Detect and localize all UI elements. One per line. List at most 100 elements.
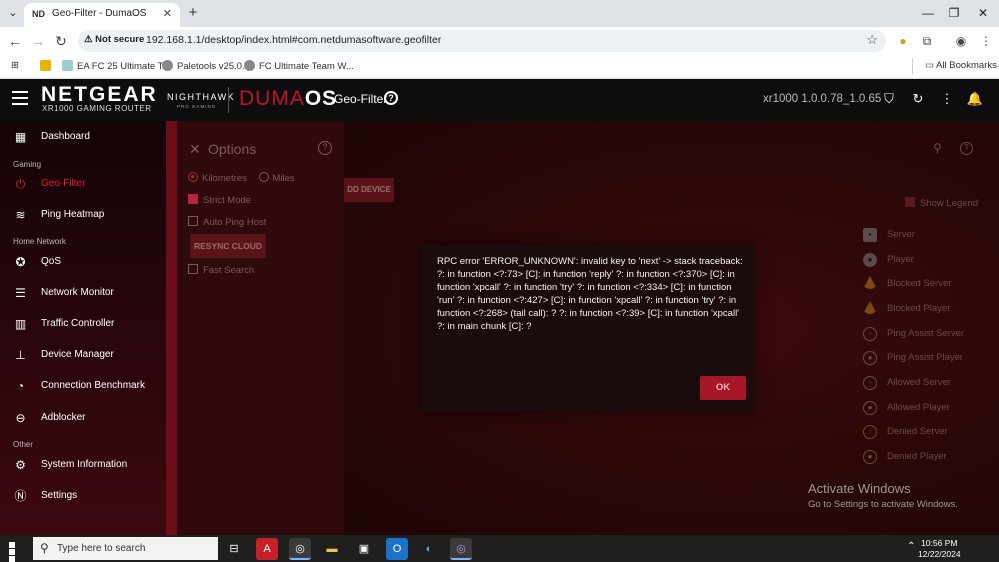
task-view-icon[interactable]: ⊟	[223, 538, 245, 560]
close-options-icon[interactable]: ✕	[189, 141, 201, 158]
bookmarks-bar: ⊞ EA FC 25 Ultimate T... Paletools v25.0…	[0, 55, 999, 79]
address-bar[interactable]: ⚠ Not secure 192.168.1.1/desktop/index.h…	[78, 30, 886, 52]
benchmark-icon: ◔	[16, 379, 25, 393]
url-text[interactable]: 192.168.1.1/desktop/index.html#com.netdu…	[146, 34, 441, 46]
miles-radio[interactable]: Miles	[258, 172, 295, 184]
resync-cloud-button[interactable]: RESYNC CLOUD	[190, 234, 266, 258]
bookmark-item[interactable]: FC Ultimate Team W...	[244, 60, 354, 72]
extension-icon[interactable]: ●	[894, 32, 912, 50]
store-icon[interactable]: ▣	[353, 538, 375, 560]
close-window-icon[interactable]: ✕	[968, 4, 998, 22]
tab-title: Geo-Filter - DumaOS	[52, 8, 147, 19]
legend-blocked-server: Blocked Server	[863, 275, 993, 295]
map-help-icon[interactable]: ?	[960, 142, 973, 155]
help-icon[interactable]: ?	[384, 91, 398, 105]
tab-close-icon[interactable]: ✕	[163, 7, 172, 20]
shield-icon[interactable]: ⛉	[880, 90, 898, 108]
windows-start-icon[interactable]	[9, 542, 22, 562]
sidebar-item-dashboard[interactable]: ▦ Dashboard	[0, 126, 166, 150]
legend-allowed-player: ● Allowed Player	[863, 399, 993, 419]
fast-search-checkbox[interactable]: Fast Search	[188, 264, 254, 276]
edge-icon[interactable]: ◐	[418, 538, 440, 560]
unit-radio-group: Kilometres Miles	[188, 172, 295, 184]
back-icon[interactable]: ←	[6, 32, 24, 50]
denied-server-icon: ▫	[863, 425, 877, 439]
strict-mode-checkbox[interactable]: Strict Mode	[188, 194, 251, 206]
bookmark-star-icon[interactable]: ☆	[866, 32, 878, 48]
system-info-icon: ⚙	[15, 458, 26, 472]
security-indicator[interactable]: ⚠ Not secure	[84, 34, 144, 45]
browser-tab[interactable]: ND Geo-Filter - DumaOS ✕	[24, 3, 180, 27]
sidebar-item-connection-benchmark[interactable]: ◔ Connection Benchmark	[0, 375, 166, 399]
rpc-error-dialog: RPC error 'ERROR_UNKNOWN': invalid key t…	[422, 245, 754, 411]
sidebar-item-adblocker[interactable]: ⊖ Adblocker	[0, 407, 166, 431]
qos-icon: ✪	[15, 255, 26, 269]
chrome-profile-icon[interactable]: ◎	[450, 538, 472, 560]
notifications-bell-icon[interactable]: 🔔	[966, 90, 984, 108]
forward-icon[interactable]: →	[29, 32, 47, 50]
legend-ping-assist-player: ● Ping Assist Player	[863, 349, 993, 369]
new-tab-button[interactable]: +	[184, 4, 202, 21]
taskbar-search-input[interactable]: ⚲ Type here to search	[33, 537, 218, 560]
sidebar-item-system-information[interactable]: ⚙ System Information	[0, 454, 166, 478]
add-device-button[interactable]: DD DEVICE	[344, 178, 394, 202]
acrobat-icon[interactable]: A	[256, 538, 278, 560]
network-monitor-icon: ☰	[15, 286, 26, 300]
more-options-icon[interactable]: ⋮	[938, 90, 956, 108]
traffic-controller-icon: ▥	[14, 317, 27, 331]
player-icon: ●	[863, 253, 877, 267]
firmware-version: xr1000 1.0.0.78_1.0.65	[763, 93, 882, 105]
show-legend-checkbox[interactable]: Show Legend	[905, 197, 978, 209]
header-divider	[228, 87, 229, 113]
all-bookmarks-button[interactable]: ▭ All Bookmarks	[925, 60, 997, 71]
ok-button[interactable]: OK	[700, 376, 746, 400]
show-hidden-icons-chevron-icon[interactable]: ⌃	[907, 541, 915, 552]
dashboard-icon: ▦	[14, 130, 27, 144]
bookmark-item[interactable]: EA FC 25 Ultimate T...	[62, 60, 170, 72]
bookmark-item[interactable]: Paletools v25.0.3	[162, 60, 250, 72]
profile-avatar[interactable]: ◉	[952, 32, 970, 50]
sidebar-item-network-monitor[interactable]: ☰ Network Monitor	[0, 282, 166, 306]
chrome-icon[interactable]: ◎	[289, 538, 311, 560]
outlook-icon[interactable]: O	[386, 538, 408, 560]
sidebar-item-traffic-controller[interactable]: ▥ Traffic Controller	[0, 313, 166, 337]
file-explorer-icon[interactable]: ▬	[321, 538, 343, 560]
error-message: RPC error 'ERROR_UNKNOWN': invalid key t…	[437, 256, 743, 332]
legend-allowed-server: ▫ Allowed Server	[863, 374, 993, 394]
denied-player-icon: ●	[863, 450, 877, 464]
bookmark-fut-icon[interactable]	[40, 60, 55, 72]
sidebar-section-gaming: Gaming	[13, 160, 42, 169]
windows-taskbar: ⚲ Type here to search ⊟ A ◎ ▬ ▣ O ◐ ◎ ⌃ …	[0, 535, 999, 562]
ping-assist-server-icon: ▫	[863, 327, 877, 341]
sidebar-border	[166, 121, 177, 535]
kilometres-radio[interactable]: Kilometres	[188, 172, 247, 184]
sidebar-item-settings[interactable]: Ⓝ Settings	[0, 485, 166, 509]
extensions-puzzle-icon[interactable]: ⧉	[918, 32, 936, 50]
reload-icon[interactable]: ↻	[52, 32, 70, 50]
browser-toolbar: ← → ↻ ⚠ Not secure 192.168.1.1/desktop/i…	[0, 27, 999, 55]
sidebar-item-qos[interactable]: ✪ QoS	[0, 251, 166, 275]
sidebar-item-device-manager[interactable]: ⊥ Device Manager	[0, 344, 166, 368]
folder-icon: ▭	[925, 60, 934, 71]
taskbar-clock[interactable]: 10:56 PM 12/22/2024	[918, 538, 961, 560]
legend-player: ● Player	[863, 251, 993, 271]
allowed-player-icon: ●	[863, 401, 877, 415]
adblocker-icon: ⊖	[15, 411, 26, 425]
sidebar-item-geo-filter[interactable]: ⏻ Geo-Filter	[0, 173, 166, 197]
server-icon: ▪	[863, 228, 877, 242]
tab-favicon: ND	[32, 9, 45, 19]
refresh-icon[interactable]: ↻	[909, 90, 927, 108]
tab-list-button[interactable]: ⌄	[4, 4, 22, 22]
legend-ping-assist-server: ▫ Ping Assist Server	[863, 325, 993, 345]
browser-menu-icon[interactable]: ⋮	[977, 32, 995, 50]
sidebar-item-ping-heatmap[interactable]: ≋ Ping Heatmap	[0, 204, 166, 228]
hamburger-menu-icon[interactable]	[12, 91, 28, 109]
pin-icon[interactable]: ⚲	[933, 141, 942, 155]
apps-grid-icon[interactable]: ⊞	[11, 60, 19, 71]
restore-icon[interactable]: ❐	[939, 4, 969, 22]
nighthawk-logo: NIGHTHAWK	[167, 92, 236, 102]
legend-denied-player: ● Denied Player	[863, 448, 993, 468]
activate-windows-watermark: Activate Windows Go to Settings to activ…	[808, 481, 958, 510]
options-help-icon[interactable]: ?	[318, 141, 332, 155]
auto-ping-host-checkbox[interactable]: Auto Ping Host	[188, 216, 266, 228]
